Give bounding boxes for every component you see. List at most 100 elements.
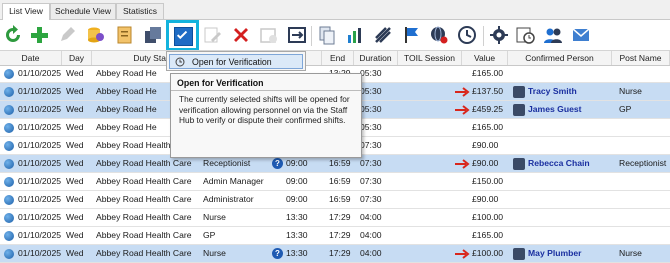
delete-icon[interactable]: [230, 24, 252, 46]
globe-icon: [4, 177, 14, 187]
cell-station: Abbey Road Health Care: [96, 248, 192, 258]
tab-list-view[interactable]: List View: [2, 3, 50, 20]
menu-item-open-for-verification[interactable]: Open for Verification: [169, 54, 303, 69]
cell-value: £90.00: [472, 194, 499, 204]
cell-role: Nurse: [203, 212, 226, 222]
tab-schedule-view[interactable]: Schedule View: [50, 3, 116, 19]
add-icon[interactable]: [28, 24, 50, 46]
verify-check-icon: [174, 27, 193, 46]
verification-tooltip: Open for Verification The currently sele…: [170, 73, 362, 158]
toolbar: [0, 20, 670, 50]
cell-date: 01/10/2025: [18, 176, 62, 186]
arrow-right-icon: [455, 105, 470, 115]
view-tabs: List View Schedule View Statistics: [0, 0, 670, 20]
cell-toil: [402, 155, 458, 172]
col-day[interactable]: Day: [62, 51, 92, 65]
cell-role: Admin Manager: [203, 176, 264, 186]
verify-button[interactable]: [166, 20, 199, 51]
cell-post: [619, 209, 669, 226]
cell-start: 13:30: [286, 230, 308, 240]
cell-role: GP: [203, 230, 216, 240]
cell-duration: 05:30: [360, 122, 382, 132]
cell-start: 13:30: [286, 212, 308, 222]
cell-day: Wed: [66, 158, 84, 168]
pattern-icon[interactable]: [372, 24, 394, 46]
cell-person: [528, 209, 608, 226]
cell-duration: 05:30: [360, 86, 382, 96]
globe-icon: [4, 159, 14, 169]
cell-post: Nurse: [619, 86, 642, 96]
question-icon[interactable]: ?: [272, 158, 283, 169]
refresh-icon[interactable]: [2, 24, 24, 46]
col-end[interactable]: End: [322, 51, 354, 65]
menu-item-label: Open for Verification: [192, 57, 272, 67]
form-edit-icon[interactable]: [202, 24, 224, 46]
cell-date: 01/10/2025: [18, 248, 62, 258]
cell-role: Nurse: [203, 248, 226, 258]
users-icon[interactable]: [542, 24, 564, 46]
tab-statistics[interactable]: Statistics: [116, 3, 164, 19]
cell-date: 01/10/2025: [18, 122, 62, 132]
col-confirmed-person[interactable]: Confirmed Person: [508, 51, 612, 65]
calendar-icon[interactable]: [258, 24, 280, 46]
cell-role: Administrator: [203, 194, 254, 204]
toolbar-separator: [311, 26, 312, 46]
cell-end: 16:59: [329, 194, 351, 204]
cell-toil: [402, 119, 458, 136]
cell-date: 01/10/2025: [18, 230, 62, 240]
documents-icon[interactable]: [316, 24, 338, 46]
schedule-icon[interactable]: [514, 24, 536, 46]
cell-person: [528, 191, 608, 208]
table-row[interactable]: 01/10/2025 Wed Abbey Road Health Care Nurse…: [0, 245, 670, 263]
col-toil-session[interactable]: TOIL Session: [398, 51, 462, 65]
email-icon[interactable]: [570, 24, 592, 46]
clock-icon[interactable]: [456, 24, 478, 46]
cell-post: [619, 137, 669, 154]
table-row[interactable]: 01/10/2025 Wed Abbey Road Health Care GP 13:…: [0, 227, 670, 245]
col-date[interactable]: Date: [0, 51, 62, 65]
cell-duration: 05:30: [360, 104, 382, 114]
table-row[interactable]: 01/10/2025 Wed Abbey Road Health Care Nurse…: [0, 209, 670, 227]
col-duration[interactable]: Duration: [354, 51, 398, 65]
duty-icon[interactable]: [114, 24, 136, 46]
cell-end: 16:59: [329, 176, 351, 186]
grid-header: Date Day Duty Station End Duration TOIL …: [0, 50, 670, 66]
cell-person: [528, 119, 608, 136]
cell-value: £165.00: [472, 122, 504, 132]
globe-icon: [4, 87, 14, 97]
person-icon: [513, 104, 525, 116]
cell-toil: [402, 227, 458, 244]
cell-day: Wed: [66, 212, 84, 222]
globe-network-icon[interactable]: [428, 24, 450, 46]
cell-person: [528, 227, 608, 244]
cell-post: [619, 191, 669, 208]
cell-duration: 07:30: [360, 158, 382, 168]
cell-person: May Plumber: [528, 248, 582, 258]
col-post-name[interactable]: Post Name: [612, 51, 670, 65]
copy-icon[interactable]: [142, 24, 164, 46]
cell-person: James Guest: [528, 104, 582, 114]
person-icon: [513, 86, 525, 98]
table-row[interactable]: 01/10/2025 Wed Abbey Road Health Care Admin…: [0, 173, 670, 191]
cell-station: Abbey Road Health Care: [96, 230, 192, 240]
swap-icon[interactable]: [286, 24, 308, 46]
globe-icon: [4, 231, 14, 241]
cell-value: £165.00: [472, 230, 504, 240]
edit-icon[interactable]: [56, 24, 78, 46]
chart-icon[interactable]: [344, 24, 366, 46]
globe-icon: [4, 249, 14, 259]
cell-duration: 05:30: [360, 68, 382, 78]
cell-toil: [402, 173, 458, 190]
table-row[interactable]: 01/10/2025 Wed Abbey Road Health Care Admin…: [0, 191, 670, 209]
cell-toil: [402, 101, 458, 118]
cell-toil: [402, 137, 458, 154]
cell-day: Wed: [66, 230, 84, 240]
flag-icon[interactable]: [400, 24, 422, 46]
database-export-icon[interactable]: [84, 24, 106, 46]
tooltip-divider: [171, 90, 361, 91]
question-icon[interactable]: ?: [272, 248, 283, 259]
gear-icon[interactable]: [488, 24, 510, 46]
col-value[interactable]: Value: [462, 51, 508, 65]
cell-post: GP: [619, 104, 632, 114]
cell-post: Nurse: [619, 248, 642, 258]
